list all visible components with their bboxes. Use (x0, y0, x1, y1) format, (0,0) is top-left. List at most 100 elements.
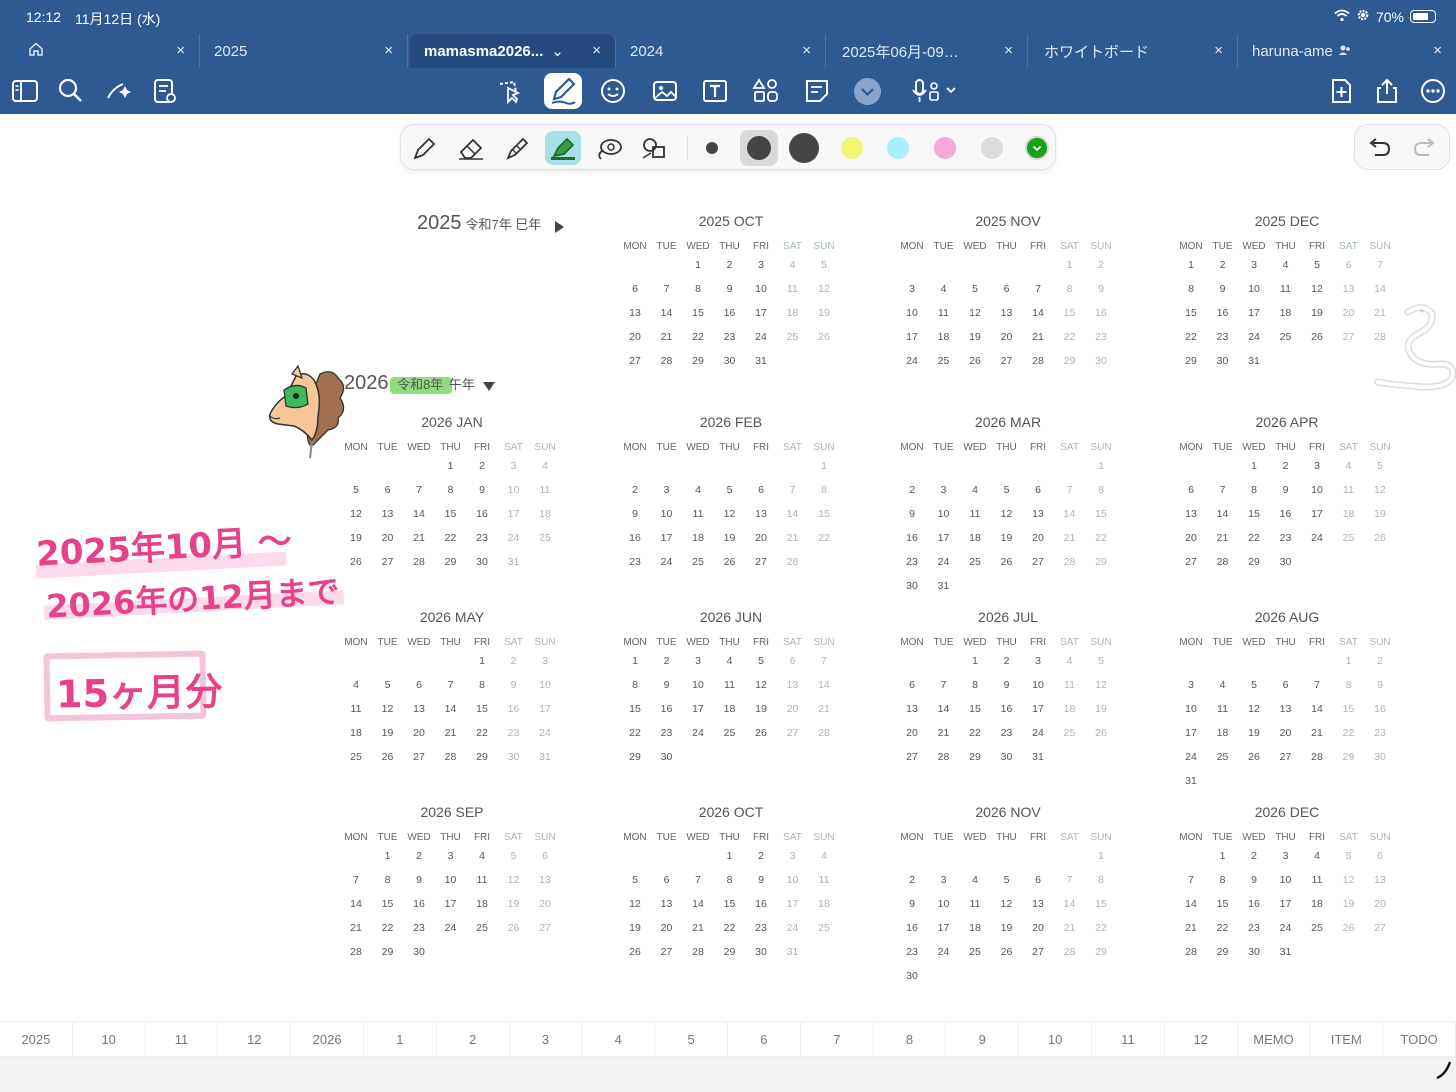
day-cell[interactable]: 9 (1207, 283, 1239, 295)
day-cell[interactable]: 29 (714, 946, 746, 958)
shapes-icon[interactable] (751, 76, 781, 106)
day-cell[interactable]: 2 (745, 850, 777, 862)
day-cell[interactable]: 3 (435, 850, 467, 862)
day-cell[interactable]: 21 (928, 727, 960, 739)
day-cell[interactable]: 2 (651, 655, 683, 667)
day-cell[interactable]: 27 (1022, 556, 1054, 568)
day-cell[interactable]: 14 (808, 679, 840, 691)
day-cell[interactable]: 18 (928, 331, 960, 343)
day-cell[interactable]: 20 (745, 532, 777, 544)
day-cell[interactable]: 22 (682, 331, 714, 343)
day-cell[interactable]: 7 (777, 484, 809, 496)
day-cell[interactable]: 23 (498, 727, 530, 739)
day-cell[interactable]: 4 (340, 679, 372, 691)
day-cell[interactable]: 24 (1022, 727, 1054, 739)
section-tab[interactable]: 1 (364, 1022, 437, 1058)
day-cell[interactable]: 20 (1022, 532, 1054, 544)
day-cell[interactable]: 30 (1085, 355, 1117, 367)
section-tab[interactable]: 4 (582, 1022, 656, 1058)
day-cell[interactable]: 3 (498, 460, 530, 472)
day-cell[interactable]: 10 (1022, 679, 1054, 691)
day-cell[interactable]: 21 (682, 922, 714, 934)
section-tab[interactable]: 11 (1092, 1022, 1165, 1058)
day-cell[interactable]: 11 (1054, 679, 1086, 691)
day-cell[interactable]: 24 (682, 727, 714, 739)
day-cell[interactable]: 7 (651, 283, 683, 295)
day-cell[interactable]: 4 (466, 850, 498, 862)
tab-2024[interactable]: 2024 × (616, 34, 826, 68)
day-cell[interactable]: 19 (372, 727, 404, 739)
day-cell[interactable]: 12 (1085, 679, 1117, 691)
day-cell[interactable]: 15 (1085, 898, 1117, 910)
month-title[interactable]: 2026 SEP (340, 804, 564, 820)
day-cell[interactable]: 12 (340, 508, 372, 520)
day-cell[interactable]: 17 (498, 508, 530, 520)
day-cell[interactable]: 16 (1270, 508, 1302, 520)
month-title[interactable]: 2026 JAN (340, 414, 564, 430)
day-cell[interactable]: 9 (991, 679, 1023, 691)
add-page-icon[interactable] (1326, 76, 1356, 106)
day-cell[interactable]: 12 (745, 679, 777, 691)
day-cell[interactable]: 30 (896, 580, 928, 592)
mic-icon[interactable] (910, 76, 960, 106)
day-cell[interactable]: 16 (1364, 703, 1396, 715)
day-cell[interactable]: 10 (529, 679, 561, 691)
day-cell[interactable]: 16 (403, 898, 435, 910)
document-icon[interactable] (150, 76, 180, 106)
day-cell[interactable]: 26 (1364, 532, 1396, 544)
day-cell[interactable]: 15 (1085, 508, 1117, 520)
day-cell[interactable]: 13 (1270, 703, 1302, 715)
day-cell[interactable]: 24 (745, 331, 777, 343)
day-cell[interactable]: 11 (682, 508, 714, 520)
day-cell[interactable]: 2 (991, 655, 1023, 667)
day-cell[interactable]: 6 (896, 679, 928, 691)
day-cell[interactable]: 14 (1054, 508, 1086, 520)
day-cell[interactable]: 10 (777, 874, 809, 886)
color-yellow[interactable] (841, 137, 863, 159)
day-cell[interactable]: 5 (959, 283, 991, 295)
day-cell[interactable]: 25 (466, 922, 498, 934)
day-cell[interactable]: 6 (1022, 874, 1054, 886)
day-cell[interactable]: 9 (714, 283, 746, 295)
day-cell[interactable]: 8 (959, 679, 991, 691)
day-cell[interactable]: 18 (466, 898, 498, 910)
close-icon[interactable]: × (1433, 42, 1442, 59)
day-cell[interactable]: 27 (529, 922, 561, 934)
day-cell[interactable]: 29 (619, 751, 651, 763)
day-cell[interactable]: 8 (808, 484, 840, 496)
day-cell[interactable]: 31 (1238, 355, 1270, 367)
day-cell[interactable]: 6 (991, 283, 1023, 295)
day-cell[interactable]: 10 (498, 484, 530, 496)
day-cell[interactable]: 27 (777, 727, 809, 739)
day-cell[interactable]: 27 (1022, 946, 1054, 958)
day-cell[interactable]: 21 (435, 727, 467, 739)
day-cell[interactable]: 11 (1270, 283, 1302, 295)
day-cell[interactable]: 15 (959, 703, 991, 715)
day-cell[interactable]: 8 (466, 679, 498, 691)
day-cell[interactable]: 4 (1270, 259, 1302, 271)
close-icon[interactable]: × (384, 42, 393, 59)
day-cell[interactable]: 4 (808, 850, 840, 862)
day-cell[interactable]: 25 (959, 556, 991, 568)
day-cell[interactable]: 11 (1301, 874, 1333, 886)
day-cell[interactable]: 15 (808, 508, 840, 520)
day-cell[interactable]: 24 (435, 922, 467, 934)
day-cell[interactable]: 30 (498, 751, 530, 763)
day-cell[interactable]: 21 (808, 703, 840, 715)
day-cell[interactable]: 12 (619, 898, 651, 910)
day-cell[interactable]: 17 (1238, 307, 1270, 319)
day-cell[interactable]: 1 (1085, 850, 1117, 862)
section-tab[interactable]: 12 (1165, 1022, 1238, 1058)
play-triangle-icon[interactable] (555, 221, 564, 233)
day-cell[interactable]: 28 (1175, 946, 1207, 958)
day-cell[interactable]: 15 (1238, 508, 1270, 520)
day-cell[interactable]: 4 (1207, 679, 1239, 691)
day-cell[interactable]: 26 (1333, 922, 1365, 934)
day-cell[interactable]: 6 (651, 874, 683, 886)
day-cell[interactable]: 13 (619, 307, 651, 319)
day-cell[interactable]: 7 (435, 679, 467, 691)
month-title[interactable]: 2026 DEC (1175, 804, 1399, 820)
pen-icon[interactable] (544, 73, 582, 109)
day-cell[interactable]: 28 (1054, 556, 1086, 568)
day-cell[interactable]: 19 (1301, 307, 1333, 319)
